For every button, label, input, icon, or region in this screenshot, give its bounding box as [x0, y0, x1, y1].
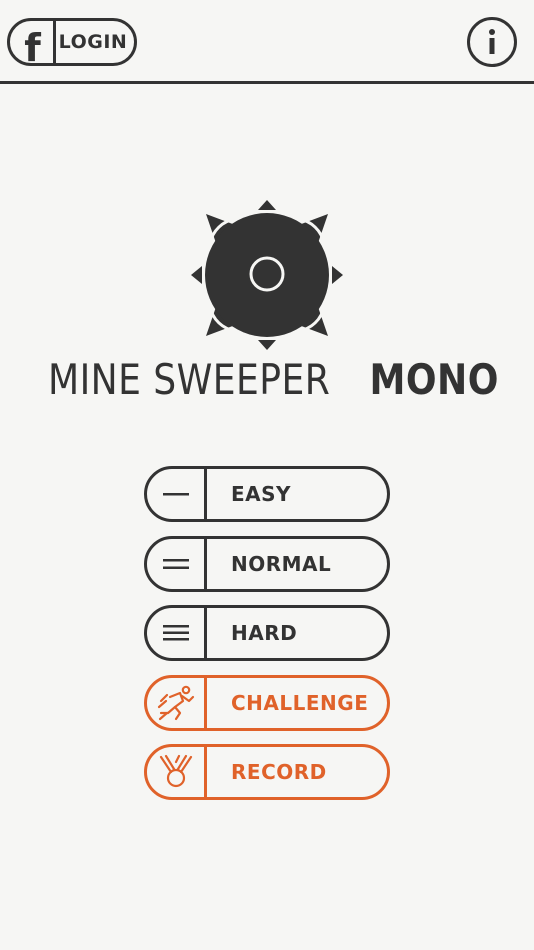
hard-label: HARD	[231, 621, 298, 645]
mine-icon	[191, 200, 343, 350]
info-icon	[489, 29, 495, 54]
hard-button[interactable]: HARD	[144, 605, 390, 661]
easy-label: EASY	[231, 482, 292, 506]
normal-label: NORMAL	[231, 551, 332, 576]
record-label: RECORD	[231, 760, 327, 784]
difficulty-menu: EASY NORMAL HARD CHALLENGE RECORD	[144, 466, 390, 814]
medal-icon	[147, 747, 207, 797]
facebook-glyph: f	[24, 26, 41, 70]
two-lines-icon	[147, 538, 207, 589]
normal-button[interactable]: NORMAL	[144, 535, 390, 592]
easy-button[interactable]: EASY	[144, 466, 390, 522]
challenge-label: CHALLENGE	[231, 690, 369, 715]
info-button[interactable]	[467, 17, 517, 67]
app-title-bold: MONO	[369, 355, 499, 404]
three-lines-icon	[147, 608, 207, 658]
one-line-icon	[147, 469, 207, 519]
facebook-icon: f	[10, 21, 56, 67]
app-title: MINE SWEEPER MONO	[0, 355, 534, 405]
runner-icon	[147, 677, 207, 728]
challenge-button[interactable]: CHALLENGE	[144, 674, 390, 731]
record-button[interactable]: RECORD	[144, 744, 390, 800]
app-title-light: MINE SWEEPER	[47, 355, 331, 404]
facebook-login-button[interactable]: f LOGIN	[7, 18, 137, 67]
top-bar: f LOGIN	[0, 0, 534, 84]
login-label: LOGIN	[58, 31, 128, 53]
